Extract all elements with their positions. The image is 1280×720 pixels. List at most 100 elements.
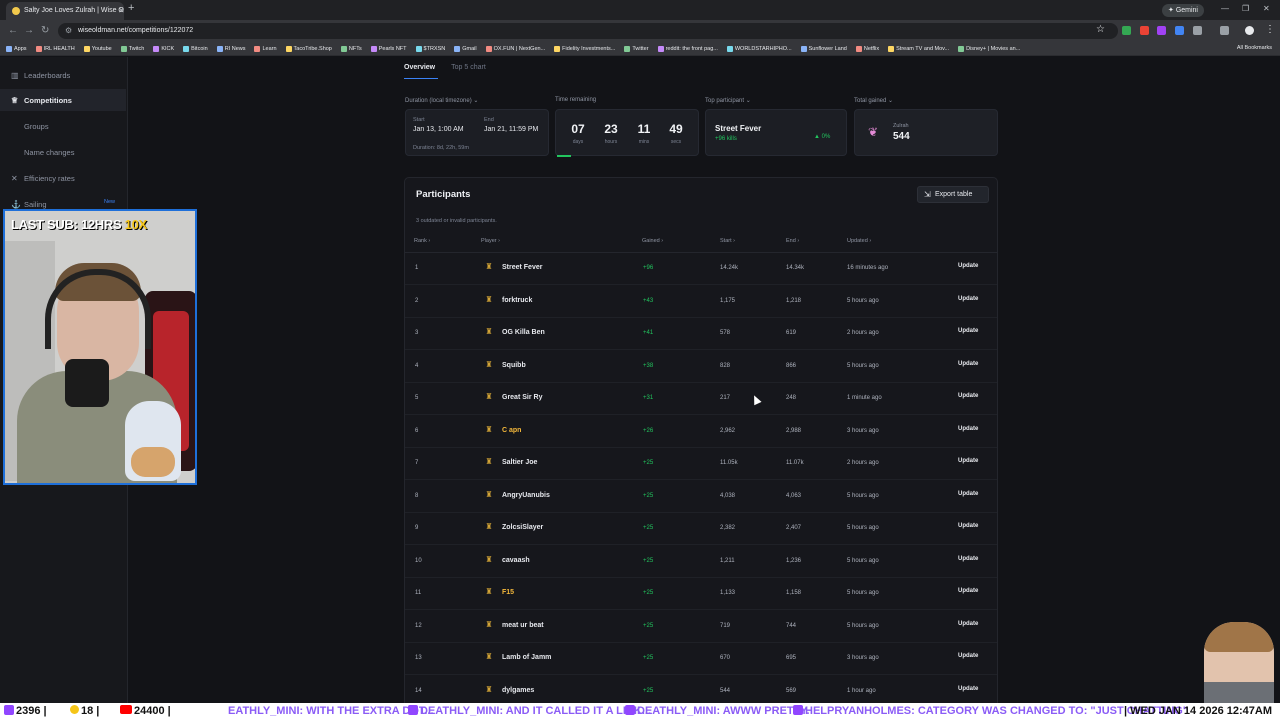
column-start[interactable]: Start › <box>720 238 735 244</box>
extension-icon[interactable] <box>1157 26 1166 35</box>
export-table-button[interactable]: ⇲ Export table <box>917 186 989 203</box>
player-name-link[interactable]: Street Fever <box>502 264 542 271</box>
column-rank[interactable]: Rank › <box>414 238 430 244</box>
sidebar-item-competitions[interactable]: ♕ Competitions <box>0 89 126 111</box>
sidebar-item-name-changes[interactable]: Name changes <box>0 141 126 163</box>
update-button[interactable]: Update <box>958 458 978 464</box>
bookmark-item[interactable]: Disney+ | Movies an... <box>958 45 1020 52</box>
bookmark-label: Apps <box>14 45 27 52</box>
bookmark-item[interactable]: NFTs <box>340 45 362 52</box>
bookmark-item[interactable]: RI News <box>216 45 245 52</box>
player-name-link[interactable]: dylgames <box>502 687 534 694</box>
back-icon[interactable]: ← <box>8 25 18 36</box>
sidebar-item-leaderboards[interactable]: ▥ Leaderboards <box>0 64 126 86</box>
player-name-link[interactable]: Great Sir Ry <box>502 394 542 401</box>
extension-icon[interactable] <box>1175 26 1184 35</box>
bookmark-item[interactable]: Pearls NFT <box>370 45 407 52</box>
update-button[interactable]: Update <box>958 556 978 562</box>
bookmark-item[interactable]: Netflix <box>855 45 879 52</box>
reload-icon[interactable]: ↻ <box>41 25 49 36</box>
timer-mins-unit: mins <box>638 139 650 145</box>
bookmark-item[interactable]: KICK <box>153 45 174 52</box>
player-name-link[interactable]: Squibb <box>502 362 526 369</box>
browser-tab[interactable]: Salty Joe Loves Zulrah | Wise O ✕ <box>6 2 124 20</box>
tab-top-5-chart[interactable]: Top 5 chart <box>451 64 486 71</box>
top-participant-card[interactable]: Street Fever +96 kills ▲ 0% <box>705 109 847 156</box>
close-tab-icon[interactable]: ✕ <box>118 6 124 15</box>
bookmark-item[interactable]: TacoTribe.Shop <box>285 45 332 52</box>
new-tab-icon[interactable]: + <box>128 2 134 14</box>
extensions-puzzle-icon[interactable] <box>1193 26 1202 35</box>
update-button[interactable]: Update <box>958 588 978 594</box>
player-name-link[interactable]: OG Killa Ben <box>502 329 545 336</box>
side-panel-icon[interactable] <box>1220 26 1229 35</box>
bookmark-item[interactable]: Apps <box>6 45 27 52</box>
update-button[interactable]: Update <box>958 296 978 302</box>
bookmark-item[interactable]: WORLDSTARHIPHO... <box>726 45 792 52</box>
player-name-link[interactable]: AngryUanubis <box>502 492 550 499</box>
bookmark-item[interactable]: Bitcoin <box>183 45 208 52</box>
update-button[interactable]: Update <box>958 263 978 269</box>
bookmark-item[interactable]: Twitter <box>624 45 649 52</box>
extension-icon[interactable] <box>1140 26 1149 35</box>
minimize-icon[interactable]: — <box>1221 4 1229 13</box>
top-participant-label[interactable]: Top participant ⌄ <box>705 97 751 104</box>
player-name-link[interactable]: meat ur beat <box>502 622 544 629</box>
column-gained[interactable]: Gained › <box>642 238 663 244</box>
sidebar-item-groups[interactable]: Groups <box>0 115 126 137</box>
bookmark-item[interactable]: OX.FUN | NextGen... <box>485 45 545 52</box>
all-bookmarks-link[interactable]: All Bookmarks <box>1237 45 1272 51</box>
total-gained-label[interactable]: Total gained ⌄ <box>854 97 893 104</box>
sidebar-item-efficiency-rates[interactable]: ✕ Efficiency rates <box>0 167 126 189</box>
update-button[interactable]: Update <box>958 686 978 692</box>
player-name-link[interactable]: Saltier Joe <box>502 459 537 466</box>
bookmark-item[interactable]: IRL HEALTH <box>35 45 75 52</box>
bookmark-item[interactable]: Twitch <box>120 45 144 52</box>
bookmark-item[interactable]: Learn <box>254 45 277 52</box>
table-row: 4 ♜ Squibb +38 828 866 5 hours ago Update <box>405 351 997 383</box>
bookmark-item[interactable]: Fidelity Investments... <box>554 45 615 52</box>
bookmark-star-icon[interactable]: ☆ <box>1096 24 1105 35</box>
column-end[interactable]: End › <box>786 238 799 244</box>
player-name-link[interactable]: C apn <box>502 427 521 434</box>
extension-icon[interactable] <box>1122 26 1131 35</box>
player-name-link[interactable]: forktruck <box>502 297 532 304</box>
gained-cell: +38 <box>643 362 654 369</box>
bookmark-item[interactable]: reddit: the front pag... <box>657 45 718 52</box>
bookmark-item[interactable]: Gmail <box>454 45 477 52</box>
gemini-button[interactable]: ✦ Gemini <box>1162 4 1204 17</box>
maximize-icon[interactable]: ❐ <box>1242 4 1249 13</box>
update-button[interactable]: Update <box>958 361 978 367</box>
bookmark-item[interactable]: Sunflower Land <box>800 45 847 52</box>
menu-kebab-icon[interactable]: ⋮ <box>1265 24 1275 35</box>
column-updated[interactable]: Updated › <box>847 238 871 244</box>
tab-overview[interactable]: Overview <box>404 64 435 71</box>
twitch-icon <box>793 705 803 715</box>
timer-hours: 23 <box>604 122 618 136</box>
site-info-icon[interactable]: ⚙ <box>65 26 72 35</box>
time-progress-bar <box>557 155 571 157</box>
profile-avatar[interactable] <box>1245 26 1254 35</box>
forward-icon[interactable]: → <box>24 25 34 36</box>
sidebar-item-label: Efficiency rates <box>24 174 75 183</box>
close-window-icon[interactable]: ✕ <box>1263 4 1270 13</box>
update-button[interactable]: Update <box>958 393 978 399</box>
update-button[interactable]: Update <box>958 653 978 659</box>
player-type-icon: ♜ <box>485 684 493 694</box>
update-button[interactable]: Update <box>958 328 978 334</box>
end-cell: 619 <box>786 330 797 336</box>
update-button[interactable]: Update <box>958 621 978 627</box>
player-name-link[interactable]: ZolcsiSlayer <box>502 524 543 531</box>
update-button[interactable]: Update <box>958 491 978 497</box>
update-button[interactable]: Update <box>958 426 978 432</box>
column-player[interactable]: Player › <box>481 238 500 244</box>
player-name-link[interactable]: F15 <box>502 589 514 596</box>
url-field[interactable]: ⚙ wiseoldman.net/competitions/122072 <box>58 23 1118 39</box>
bookmark-item[interactable]: Stream TV and Mov... <box>888 45 949 52</box>
player-name-link[interactable]: cavaash <box>502 557 530 564</box>
player-name-link[interactable]: Lamb of Jamm <box>502 654 551 661</box>
duration-label[interactable]: Duration (local timezone) ⌄ <box>405 97 478 104</box>
bookmark-item[interactable]: Youtube <box>83 45 112 52</box>
update-button[interactable]: Update <box>958 523 978 529</box>
bookmark-item[interactable]: $TRXSN <box>415 45 445 52</box>
